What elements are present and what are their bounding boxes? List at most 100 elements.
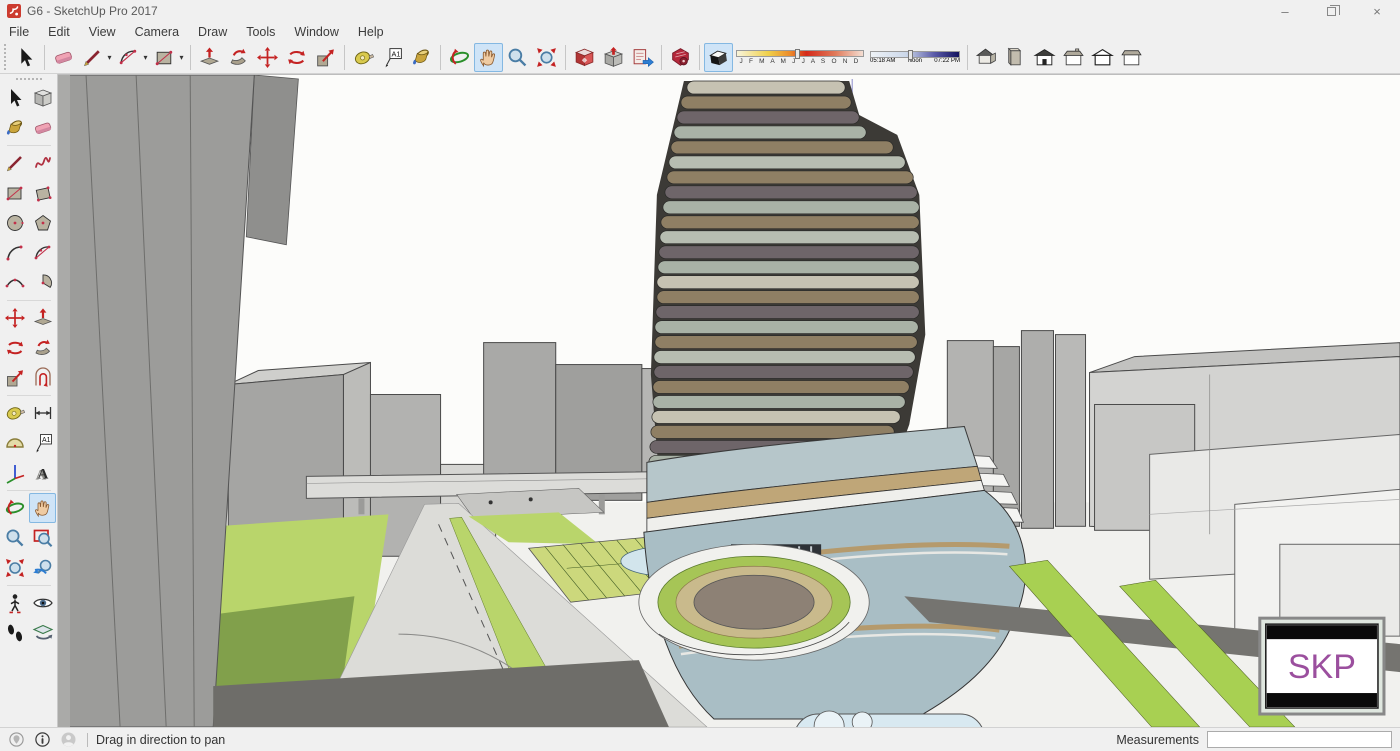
axes-tool-button[interactable] (1, 458, 28, 488)
pan-tool-button[interactable] (474, 43, 503, 72)
close-button[interactable]: × (1354, 0, 1400, 22)
view-front-button[interactable] (1030, 43, 1059, 72)
zoom-tool-button[interactable] (503, 43, 532, 72)
eraser-tool-button[interactable] (29, 113, 56, 143)
tape-measure-tool-button[interactable] (1, 398, 28, 428)
rectangle-tool-button[interactable] (150, 43, 179, 72)
rotated-rectangle-tool-button[interactable] (29, 178, 56, 208)
date-slider-thumb[interactable] (795, 49, 800, 59)
menu-view[interactable]: View (89, 25, 116, 39)
menu-window[interactable]: Window (294, 25, 338, 39)
line-tool-button[interactable] (1, 148, 28, 178)
minimize-button[interactable]: – (1262, 0, 1308, 22)
zoom-extents-button[interactable] (1, 553, 28, 583)
rectangle-dropdown-arrow[interactable]: ▾ (177, 53, 186, 62)
status-bar: Drag in direction to pan Measurements (0, 727, 1400, 751)
three-point-arc-tool-button[interactable] (1, 268, 28, 298)
model-viewport[interactable]: SKP (58, 74, 1400, 727)
look-around-tool-button[interactable] (29, 588, 56, 618)
menu-tools[interactable]: Tools (246, 25, 275, 39)
paint-bucket-tool-button[interactable] (407, 43, 436, 72)
share-model-button[interactable] (599, 43, 628, 72)
restore-button[interactable] (1308, 0, 1354, 22)
claim-credit-icon[interactable] (34, 731, 51, 748)
pencil-icon (81, 46, 104, 69)
menu-camera[interactable]: Camera (135, 25, 179, 39)
time-slider-track[interactable] (870, 51, 960, 58)
view-back-button[interactable] (1088, 43, 1117, 72)
zoom-extents-button[interactable] (532, 43, 561, 72)
view-top-button[interactable] (1001, 43, 1030, 72)
rotate-tool-button[interactable] (1, 333, 28, 363)
position-camera-tool-button[interactable] (1, 588, 28, 618)
shadow-date-slider[interactable]: J F M A M J J A S O N D (736, 50, 864, 65)
zoom-tool-button[interactable] (1, 523, 28, 553)
paint-bucket-icon (4, 117, 26, 139)
orbit-tool-button[interactable] (1, 493, 28, 523)
move-tool-button[interactable] (1, 303, 28, 333)
arc-tool-button[interactable] (114, 43, 143, 72)
circle-tool-button[interactable] (1, 208, 28, 238)
share-component-button[interactable] (628, 43, 657, 72)
follow-me-tool-button[interactable] (224, 43, 253, 72)
dimension-tool-button[interactable] (29, 398, 56, 428)
3d-text-tool-button[interactable] (29, 458, 56, 488)
select-tool-button[interactable] (11, 43, 40, 72)
follow-me-tool-button[interactable] (29, 333, 56, 363)
make-component-button[interactable] (29, 83, 56, 113)
arc-tool-button[interactable] (1, 238, 28, 268)
protractor-tool-button[interactable] (1, 428, 28, 458)
scale-tool-button[interactable] (1, 363, 28, 393)
scale-tool-button[interactable] (311, 43, 340, 72)
view-iso-button[interactable] (972, 43, 1001, 72)
text-tool-button[interactable] (378, 43, 407, 72)
walk-tool-button[interactable] (1, 618, 28, 648)
paint-bucket-tool-button[interactable] (1, 113, 28, 143)
sketchup-window: G6 - SketchUp Pro 2017 – × File Edit Vie… (0, 0, 1400, 751)
eraser-tool-button[interactable] (49, 43, 78, 72)
polygon-tool-button[interactable] (29, 208, 56, 238)
line-dropdown-arrow[interactable]: ▾ (105, 53, 114, 62)
toggle-shadows-button[interactable] (704, 43, 733, 72)
section-plane-tool-button[interactable] (29, 618, 56, 648)
previous-view-button[interactable] (29, 553, 56, 583)
select-tool-button[interactable] (1, 83, 28, 113)
menu-edit[interactable]: Edit (48, 25, 70, 39)
menu-help[interactable]: Help (358, 25, 384, 39)
text-tool-button[interactable] (29, 428, 56, 458)
scale-icon (4, 367, 26, 389)
geolocation-icon[interactable] (8, 731, 25, 748)
menu-file[interactable]: File (9, 25, 29, 39)
line-tool-button[interactable] (78, 43, 107, 72)
time-slider-thumb[interactable] (908, 50, 913, 60)
extension-warehouse-button[interactable] (666, 43, 695, 72)
menu-draw[interactable]: Draw (198, 25, 227, 39)
zoom-window-tool-button[interactable] (29, 523, 56, 553)
pan-tool-button[interactable] (29, 493, 56, 523)
shadow-time-slider[interactable]: 05:18 AM Noon 07:22 PM (870, 51, 960, 64)
rotate-tool-button[interactable] (282, 43, 311, 72)
push-pull-tool-button[interactable] (195, 43, 224, 72)
freehand-tool-button[interactable] (29, 148, 56, 178)
rectangle-tool-button[interactable] (1, 178, 28, 208)
toolbar-drag-handle[interactable] (16, 78, 42, 80)
sign-in-icon[interactable] (60, 731, 77, 748)
zoom-window-icon (32, 527, 54, 549)
orbit-tool-button[interactable] (445, 43, 474, 72)
push-pull-tool-button[interactable] (29, 303, 56, 333)
arc-icon (117, 46, 140, 69)
date-slider-track[interactable] (736, 50, 864, 57)
view-right-button[interactable] (1059, 43, 1088, 72)
shadows-icon (707, 46, 730, 69)
pie-tool-button[interactable] (29, 268, 56, 298)
tape-measure-tool-button[interactable] (349, 43, 378, 72)
get-models-button[interactable] (570, 43, 599, 72)
offset-tool-button[interactable] (29, 363, 56, 393)
window-title: G6 - SketchUp Pro 2017 (27, 4, 158, 18)
arc-dropdown-arrow[interactable]: ▾ (141, 53, 150, 62)
view-left-button[interactable] (1117, 43, 1146, 72)
move-tool-button[interactable] (253, 43, 282, 72)
measurements-input[interactable] (1207, 731, 1392, 748)
two-point-arc-tool-button[interactable] (29, 238, 56, 268)
toolbar-drag-handle[interactable] (4, 44, 9, 70)
